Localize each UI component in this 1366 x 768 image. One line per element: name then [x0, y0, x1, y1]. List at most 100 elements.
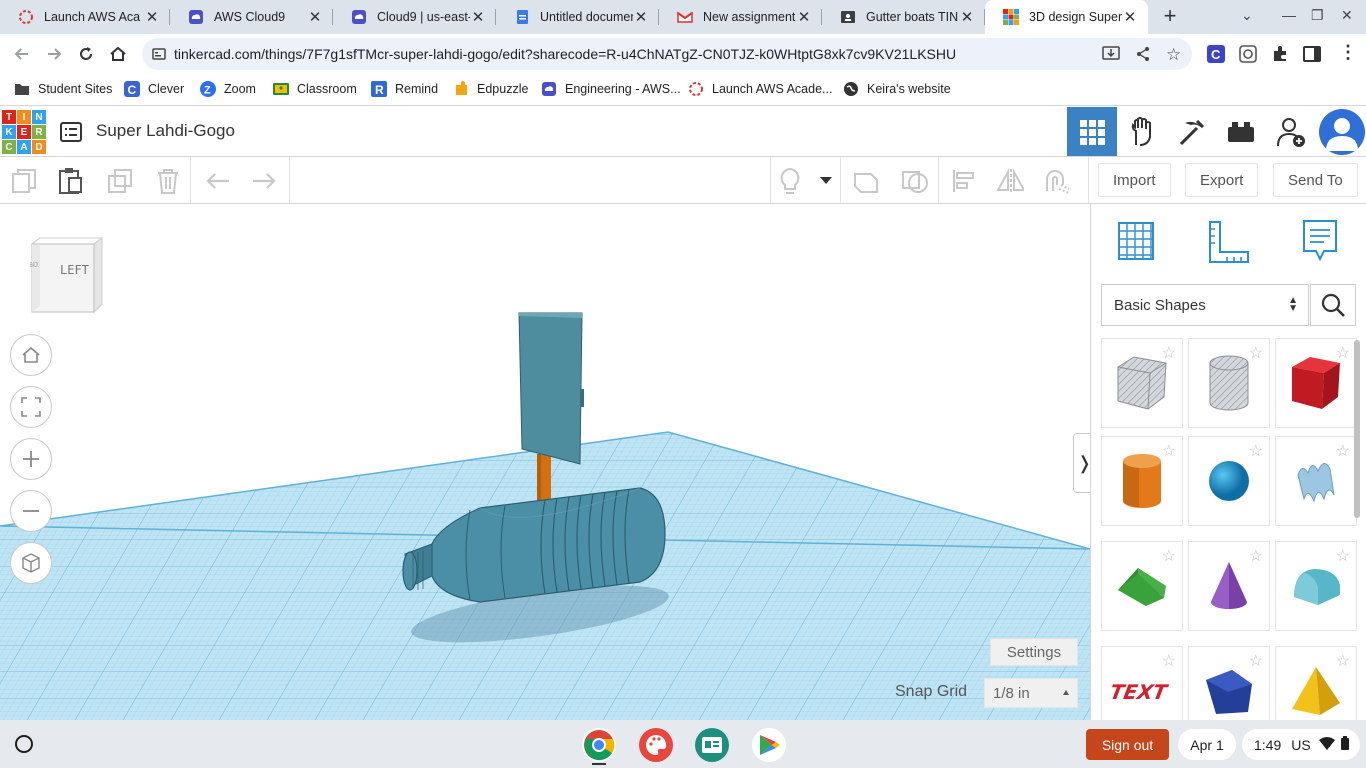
share-icon[interactable] [1135, 46, 1151, 67]
close-tab-icon[interactable]: ✕ [959, 8, 975, 26]
workplane-grid[interactable] [0, 204, 1090, 720]
minimize-icon[interactable]: — [1282, 7, 1296, 23]
lego-view-button[interactable] [1216, 107, 1266, 156]
bookmark-keiras-website[interactable]: Keira's website [843, 81, 951, 97]
tab-aws-cloud9[interactable]: AWS Cloud9 ✕ [170, 0, 333, 34]
shape-round-roof[interactable]: ☆ [1275, 541, 1357, 631]
sail-shape[interactable] [518, 312, 584, 465]
paste-button[interactable] [57, 167, 85, 195]
shape-box[interactable]: ☆ [1275, 338, 1357, 428]
home-button[interactable] [106, 42, 130, 66]
tab-untitled-document[interactable]: Untitled documen ✕ [496, 0, 659, 34]
shape-cone[interactable]: ☆ [1188, 541, 1270, 631]
favorite-star-icon[interactable]: ☆ [1336, 343, 1350, 363]
tab-3d-design[interactable]: 3D design Super L ✕ [985, 0, 1148, 34]
bookmark-clever[interactable]: C Clever [124, 81, 184, 97]
ungroup-button[interactable] [901, 167, 929, 195]
export-button[interactable]: Export [1185, 163, 1259, 197]
tab-launch-aws[interactable]: Launch AWS Aca ✕ [0, 0, 170, 34]
shape-polygon[interactable]: ☆ [1188, 646, 1270, 720]
undo-button[interactable] [204, 167, 232, 195]
notes-dropdown-button[interactable] [812, 167, 840, 195]
close-tab-icon[interactable]: ✕ [307, 8, 323, 26]
zoom-out-button[interactable] [10, 490, 52, 532]
reload-button[interactable] [74, 42, 98, 66]
back-button[interactable] [10, 42, 34, 66]
tinkercad-logo[interactable]: T I N K E R C A D [2, 110, 46, 154]
lightbulb-notes-button[interactable] [776, 167, 804, 195]
perspective-toggle-button[interactable] [10, 542, 52, 584]
bricks-view-button[interactable] [1167, 107, 1217, 156]
group-button[interactable] [852, 167, 880, 195]
side-panel-icon[interactable] [1303, 45, 1321, 68]
favorite-star-icon[interactable]: ☆ [1162, 343, 1176, 363]
copy-button[interactable] [10, 167, 38, 195]
favorite-star-icon[interactable]: ☆ [1162, 546, 1176, 566]
bookmark-classroom[interactable]: Classroom [273, 81, 357, 97]
site-info-icon[interactable] [152, 47, 166, 66]
workplane-tool-button[interactable] [1111, 216, 1161, 266]
bookmark-edpuzzle[interactable]: Edpuzzle [453, 81, 528, 97]
shape-search-button[interactable] [1310, 284, 1356, 326]
tab-new-assignment[interactable]: New assignment ✕ [659, 0, 822, 34]
blocks-view-button[interactable] [1117, 107, 1167, 156]
align-button[interactable] [950, 167, 978, 195]
mirror-button[interactable] [996, 167, 1024, 195]
bookmark-student-sites[interactable]: Student Sites [14, 81, 112, 97]
design-title[interactable]: Super Lahdi-Gogo [96, 121, 235, 141]
tab-cloud9-region[interactable]: Cloud9 | us-east-1 ✕ [333, 0, 496, 34]
shape-cylinder-hole[interactable]: ☆ [1188, 338, 1270, 428]
shape-box-hole[interactable]: ☆ [1101, 338, 1183, 428]
extensions-puzzle-icon[interactable] [1271, 45, 1289, 68]
favorite-star-icon[interactable]: ☆ [1336, 441, 1350, 461]
bookmark-star-icon[interactable]: ☆ [1166, 45, 1181, 65]
duplicate-button[interactable] [106, 167, 134, 195]
shapes-category-select[interactable]: Basic Shapes ▲ ▼ [1101, 284, 1309, 326]
date-tray[interactable]: Apr 1 [1178, 729, 1236, 760]
favorite-star-icon[interactable]: ☆ [1336, 546, 1350, 566]
shape-scribble[interactable]: ☆ [1275, 436, 1357, 526]
tab-gutter-boats[interactable]: Gutter boats TINK ✕ [822, 0, 985, 34]
delete-button[interactable] [154, 167, 182, 195]
shape-roof[interactable]: ☆ [1101, 541, 1183, 631]
favorite-star-icon[interactable]: ☆ [1162, 441, 1176, 461]
bookmark-launch-aws-academy[interactable]: Launch AWS Acade... [688, 81, 832, 97]
import-button[interactable]: Import [1098, 163, 1171, 197]
settings-button[interactable]: Settings [990, 638, 1078, 666]
address-bar[interactable]: tinkercad.com/things/7F7g1sfTMcr-super-l… [142, 38, 1192, 70]
workplane[interactable]: LEFT BACK Settings Snap Grid 1/8 in [0, 204, 1090, 720]
design-list-icon[interactable] [60, 122, 82, 142]
view-cube[interactable]: LEFT BACK [28, 236, 104, 314]
notes-tool-button[interactable] [1295, 216, 1345, 266]
avatar[interactable] [1319, 109, 1365, 155]
shapes-scrollbar[interactable] [1354, 340, 1360, 518]
send-to-button[interactable]: Send To [1273, 163, 1358, 197]
favorite-star-icon[interactable]: ☆ [1249, 651, 1263, 671]
shape-sphere[interactable]: ☆ [1188, 436, 1270, 526]
close-tab-icon[interactable]: ✕ [144, 8, 160, 26]
forward-button[interactable] [42, 42, 66, 66]
new-tab-button[interactable]: + [1158, 5, 1182, 29]
home-view-button[interactable] [10, 334, 52, 376]
invite-user-button[interactable] [1266, 107, 1316, 156]
favorite-star-icon[interactable]: ☆ [1162, 651, 1176, 671]
status-tray[interactable]: 1:49 US [1242, 729, 1360, 760]
3d-design-view-button[interactable] [1067, 107, 1117, 156]
snap-grid-select[interactable]: 1/8 in [984, 678, 1078, 708]
classroom-shelf-app[interactable] [695, 728, 729, 762]
shape-text[interactable]: TEXT ☆ [1101, 646, 1183, 720]
restore-icon[interactable]: ❐ [1311, 7, 1324, 24]
extension-screen-icon[interactable] [1239, 45, 1257, 68]
favorite-star-icon[interactable]: ☆ [1249, 343, 1263, 363]
favorite-star-icon[interactable]: ☆ [1249, 441, 1263, 461]
zoom-in-button[interactable] [10, 438, 52, 480]
bookmark-remind[interactable]: R Remind [371, 81, 438, 97]
shape-pyramid[interactable]: ☆ [1275, 646, 1357, 720]
ruler-tool-button[interactable] [1204, 216, 1254, 266]
close-window-icon[interactable]: ✕ [1341, 7, 1353, 24]
favorite-star-icon[interactable]: ☆ [1249, 546, 1263, 566]
sign-out-button[interactable]: Sign out [1086, 729, 1169, 760]
fit-view-button[interactable] [10, 386, 52, 428]
extension-c-icon[interactable]: C [1207, 45, 1225, 68]
launcher-button[interactable] [15, 735, 33, 753]
